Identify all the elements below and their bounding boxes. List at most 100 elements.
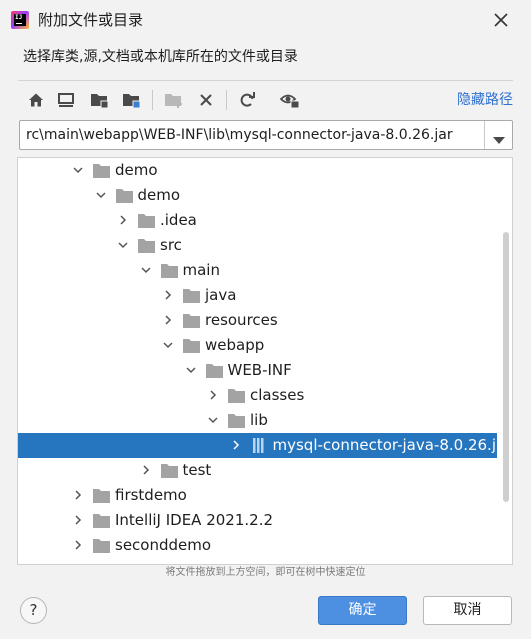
tree-row-label: main bbox=[182, 261, 220, 279]
tree-row-label: mysql-connector-java-8.0.26.ja bbox=[272, 436, 506, 454]
tree-row[interactable]: src bbox=[18, 233, 497, 258]
cancel-button[interactable]: 取消 bbox=[423, 596, 512, 625]
folder-icon bbox=[160, 464, 178, 478]
help-button[interactable]: ? bbox=[20, 597, 47, 624]
show-hidden-button[interactable] bbox=[278, 88, 302, 112]
tree-row-label: classes bbox=[250, 386, 305, 404]
desktop-icon bbox=[58, 93, 74, 107]
toolbar-separator bbox=[226, 90, 227, 110]
path-divider bbox=[484, 121, 485, 149]
close-button[interactable] bbox=[488, 7, 514, 33]
tree-row-label: resources bbox=[205, 311, 278, 329]
tree-row-label: test bbox=[182, 461, 212, 479]
folder-icon bbox=[93, 489, 110, 503]
folder-icon bbox=[228, 389, 245, 403]
module-folder-button[interactable] bbox=[120, 88, 144, 112]
tree-row[interactable]: java bbox=[18, 283, 497, 308]
path-input[interactable]: rc\main\webapp\WEB-INF\lib\mysql-connect… bbox=[26, 125, 482, 145]
tree-row[interactable]: .idea bbox=[18, 208, 497, 233]
delete-button[interactable] bbox=[194, 88, 218, 112]
folder-icon bbox=[93, 539, 110, 553]
folder-icon bbox=[93, 514, 110, 528]
tree-row[interactable]: test bbox=[18, 458, 497, 483]
tree-row[interactable]: lib bbox=[18, 408, 497, 433]
project-folder-icon bbox=[91, 94, 109, 109]
tree-row[interactable]: mysql-connector-java-8.0.26.ja bbox=[18, 433, 505, 458]
chevron-down-icon[interactable] bbox=[163, 340, 173, 350]
chevron-right-icon[interactable] bbox=[141, 465, 151, 475]
chevron-right-icon[interactable] bbox=[163, 290, 173, 300]
folder-icon bbox=[183, 339, 200, 353]
divider bbox=[18, 80, 513, 81]
chevron-right-icon[interactable] bbox=[231, 440, 241, 450]
refresh-icon bbox=[240, 92, 255, 107]
tree-row[interactable]: firstdemo bbox=[18, 483, 497, 508]
title-bar: IJ 附加文件或目录 bbox=[0, 0, 531, 40]
chevron-down-icon[interactable] bbox=[185, 365, 196, 375]
scrollbar-thumb[interactable] bbox=[503, 232, 509, 502]
tree-row-label: demo bbox=[137, 186, 181, 204]
tree-row[interactable]: resources bbox=[18, 308, 497, 333]
tree-row-label: src bbox=[160, 236, 182, 254]
drop-hint: 将文件拖放到上方空间，即可在树中快速定位 bbox=[165, 567, 366, 578]
tree-row[interactable]: classes bbox=[18, 383, 497, 408]
tree-row-label: demo bbox=[115, 161, 158, 179]
folder-icon bbox=[205, 364, 223, 378]
module-folder-icon bbox=[123, 94, 141, 109]
chevron-down-icon[interactable] bbox=[140, 265, 151, 275]
new-folder-button[interactable] bbox=[162, 88, 186, 112]
toolbar-separator bbox=[152, 90, 153, 110]
show-hidden-icon bbox=[280, 94, 300, 109]
tree-row[interactable]: demo bbox=[18, 158, 497, 183]
intellij-logo-icon: IJ bbox=[11, 11, 29, 29]
folder-icon bbox=[183, 314, 200, 328]
refresh-button[interactable] bbox=[235, 88, 259, 112]
dialog-title: 附加文件或目录 bbox=[38, 11, 144, 29]
chevron-down-icon[interactable] bbox=[95, 190, 106, 200]
toolbar bbox=[24, 88, 504, 112]
path-combobox[interactable]: rc\main\webapp\WEB-INF\lib\mysql-connect… bbox=[19, 120, 513, 150]
project-folder-button[interactable] bbox=[88, 88, 112, 112]
chevron-down-icon[interactable] bbox=[118, 240, 128, 250]
chevron-right-icon[interactable] bbox=[118, 215, 128, 225]
home-button[interactable] bbox=[24, 88, 48, 112]
chevron-down-icon[interactable] bbox=[73, 165, 83, 175]
chevron-right-icon[interactable] bbox=[73, 490, 83, 500]
tree-row[interactable]: WEB-INF bbox=[18, 358, 497, 383]
tree-row-label: seconddemo bbox=[115, 536, 212, 554]
tree-row-label: lib bbox=[250, 411, 268, 429]
path-value: rc\main\webapp\WEB-INF\lib\mysql-connect… bbox=[26, 127, 453, 143]
folder-icon bbox=[115, 189, 133, 203]
tree-row-label: .idea bbox=[160, 211, 197, 229]
tree-row-label: webapp bbox=[205, 336, 265, 354]
chevron-right-icon[interactable] bbox=[73, 515, 83, 525]
folder-icon bbox=[93, 164, 110, 178]
ok-button[interactable]: 确定 bbox=[318, 596, 407, 625]
tree-row[interactable]: IntelliJ IDEA 2021.2.2 bbox=[18, 508, 497, 533]
tree-row[interactable]: demo bbox=[18, 183, 497, 208]
tree-row[interactable]: webapp bbox=[18, 333, 497, 358]
chevron-right-icon[interactable] bbox=[163, 315, 173, 325]
chevron-right-icon[interactable] bbox=[73, 540, 83, 550]
dialog-description: 选择库类,源,文档或本机库所在的文件或目录 bbox=[23, 49, 298, 65]
desktop-button[interactable] bbox=[54, 88, 78, 112]
delete-icon bbox=[200, 94, 212, 106]
tree-row-label: IntelliJ IDEA 2021.2.2 bbox=[115, 511, 274, 529]
chevron-right-icon[interactable] bbox=[208, 390, 218, 400]
path-dropdown-button[interactable] bbox=[492, 130, 506, 149]
tree-row[interactable]: seconddemo bbox=[18, 533, 497, 558]
home-icon bbox=[29, 93, 43, 107]
folder-icon bbox=[183, 289, 200, 303]
tree-row[interactable]: main bbox=[18, 258, 497, 283]
hide-path-link[interactable]: 隐藏路径 bbox=[457, 90, 513, 110]
tree-row-label: firstdemo bbox=[115, 486, 187, 504]
folder-icon bbox=[160, 264, 178, 278]
chevron-down-icon[interactable] bbox=[208, 415, 218, 425]
folder-icon bbox=[138, 214, 155, 228]
jar-archive-icon bbox=[252, 438, 263, 453]
file-tree[interactable]: demo demo .idea src main java resources webapp W… bbox=[17, 157, 513, 565]
tree-row-label: WEB-INF bbox=[227, 361, 292, 379]
folder-icon bbox=[138, 239, 155, 253]
folder-icon bbox=[228, 414, 245, 428]
new-folder-icon bbox=[165, 94, 182, 108]
